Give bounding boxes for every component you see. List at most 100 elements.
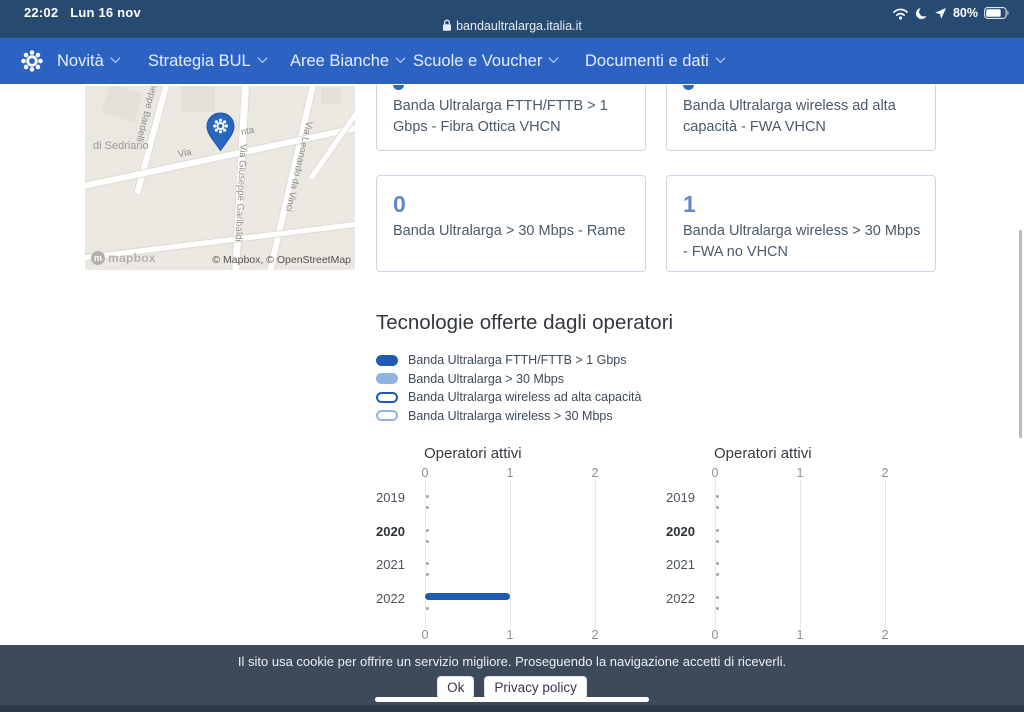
bottom-bezel-strip (0, 705, 1024, 712)
gridline (510, 480, 511, 628)
zero-value-dot (426, 540, 429, 543)
main-navigation: Novità Strategia BUL Aree Bianche Scuole… (0, 38, 1024, 84)
section-title: Tecnologie offerte dagli operatori (376, 311, 673, 335)
legend-label: Banda Ultralarga wireless > 30 Mbps (408, 409, 613, 423)
cookie-banner: Il sito usa cookie per offrire un serviz… (0, 645, 1024, 712)
x-tick-label: 2 (882, 628, 889, 642)
card-ftth: Banda Ultralarga FTTH/FTTB > 1 Gbps - Fi… (376, 85, 646, 151)
chart-title: Operatori attivi (714, 445, 812, 462)
battery-icon (984, 7, 1010, 19)
chevron-down-icon (549, 53, 559, 63)
chart-legend: Banda Ultralarga FTTH/FTTB > 1 Gbps Band… (376, 351, 641, 425)
zero-value-dot (426, 495, 429, 498)
date-label: Lun 16 nov (70, 5, 141, 20)
map-road (309, 112, 355, 180)
bar (425, 593, 510, 600)
nav-item-aree-bianche[interactable]: Aree Bianche (290, 38, 404, 84)
card-label: Banda Ultralarga FTTH/FTTB > 1 Gbps - Fi… (393, 96, 631, 138)
x-tick-label: 2 (592, 628, 599, 642)
y-category-label: 2020 (666, 524, 704, 539)
map-attribution[interactable]: © Mapbox, © OpenStreetMap (212, 254, 351, 266)
y-category-label: 2019 (376, 490, 414, 505)
privacy-policy-button[interactable]: Privacy policy (484, 676, 587, 699)
clipped-number-sliver (683, 85, 694, 90)
y-category-label: 2021 (666, 557, 704, 572)
map-canvas[interactable]: di Sedriano Giuseppe Bardelli Via nta Vi… (85, 86, 355, 270)
gridline (595, 480, 596, 628)
y-category-label: 2022 (666, 591, 704, 606)
nav-item-scuole-voucher[interactable]: Scuole e Voucher (413, 38, 557, 84)
x-tick-label: 1 (507, 466, 514, 480)
clipped-number-sliver (393, 85, 404, 90)
nav-item-documenti-dati[interactable]: Documenti e dati (585, 38, 724, 84)
zero-value-dot (426, 573, 429, 576)
home-indicator[interactable] (375, 697, 649, 702)
card-label: Banda Ultralarga wireless ad alta capaci… (683, 96, 921, 138)
map-building-block (181, 86, 215, 112)
zero-value-dot (716, 562, 719, 565)
zero-value-dot (716, 596, 719, 599)
card-fwa-vhcn: Banda Ultralarga wireless ad alta capaci… (666, 85, 936, 151)
wifi-icon (892, 7, 909, 20)
card-fwa-no-vhcn: 1 Banda Ultralarga wireless > 30 Mbps - … (666, 175, 936, 272)
x-tick-label: 1 (797, 628, 804, 642)
gridline (715, 480, 716, 628)
chevron-down-icon (715, 53, 725, 63)
gridline (425, 480, 426, 628)
map-marker-pin-icon[interactable] (205, 112, 236, 152)
mapbox-logo-icon: m (91, 251, 105, 265)
legend-label: Banda Ultralarga FTTH/FTTB > 1 Gbps (408, 353, 626, 367)
x-tick-label: 1 (797, 466, 804, 480)
map-street-label: Via (177, 147, 193, 161)
url-text: bandaultralarga.italia.it (456, 19, 582, 33)
zero-value-dot (426, 607, 429, 610)
legend-label: Banda Ultralarga wireless ad alta capaci… (408, 390, 641, 404)
legend-pill-outline-dark (376, 392, 398, 403)
card-value: 0 (393, 191, 406, 218)
card-rame: 0 Banda Ultralarga > 30 Mbps - Rame (376, 175, 646, 272)
cookie-buttons: Ok Privacy policy (0, 676, 1024, 699)
nav-item-strategia-bul[interactable]: Strategia BUL (148, 38, 266, 84)
y-category-label: 2021 (376, 557, 414, 572)
legend-pill-outline-light (376, 410, 398, 421)
chart-operatori-attivi-wired: Operatori attivi 012 012 201920202021202… (376, 445, 606, 645)
zero-value-dot (426, 562, 429, 565)
chevron-down-icon (110, 53, 120, 63)
map-street-label: nta (240, 125, 255, 139)
nav-item-label: Documenti e dati (585, 52, 709, 71)
mapbox-logo[interactable]: m mapbox (91, 251, 156, 265)
legend-item: Banda Ultralarga FTTH/FTTB > 1 Gbps (376, 351, 641, 370)
nav-item-label: Novità (57, 52, 104, 71)
legend-pill-filled-dark (376, 355, 398, 366)
status-icons: 80% (892, 6, 1010, 20)
chart-title: Operatori attivi (424, 445, 522, 462)
x-tick-label: 0 (712, 628, 719, 642)
map-street-label: Via Giuseppe Garibaldi (232, 144, 248, 242)
card-label: Banda Ultralarga > 30 Mbps - Rame (393, 221, 631, 242)
nav-item-label: Aree Bianche (290, 52, 389, 71)
legend-label: Banda Ultralarga > 30 Mbps (408, 372, 564, 386)
address-bar[interactable]: bandaultralarga.italia.it (0, 19, 1024, 33)
ok-button[interactable]: Ok (437, 676, 474, 699)
map-building-block (101, 86, 143, 123)
legend-item: Banda Ultralarga wireless > 30 Mbps (376, 407, 641, 426)
zero-value-dot (716, 495, 719, 498)
moon-icon (915, 7, 928, 20)
gridline (800, 480, 801, 628)
zero-value-dot (716, 573, 719, 576)
x-tick-label: 1 (507, 628, 514, 642)
card-value: 1 (683, 191, 696, 218)
cookie-message: Il sito usa cookie per offrire un serviz… (0, 654, 1024, 669)
mapbox-wordmark: mapbox (108, 251, 156, 265)
vertical-scrollbar[interactable] (1019, 230, 1022, 438)
zero-value-dot (716, 607, 719, 610)
zero-value-dot (426, 506, 429, 509)
zero-value-dot (716, 529, 719, 532)
gridline (885, 480, 886, 628)
x-tick-label: 0 (712, 466, 719, 480)
bul-gear-logo-icon[interactable] (19, 48, 45, 74)
nav-item-novita[interactable]: Novità (57, 38, 119, 84)
zero-value-dot (426, 529, 429, 532)
y-category-label: 2019 (666, 490, 704, 505)
x-tick-label: 2 (592, 466, 599, 480)
